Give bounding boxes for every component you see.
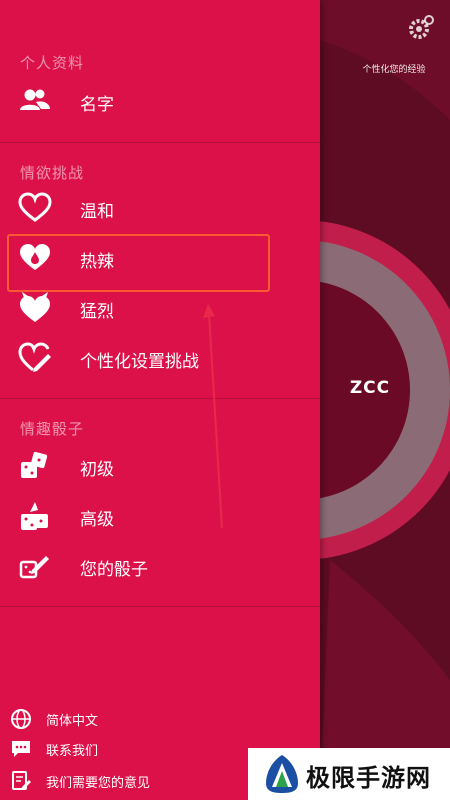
section-title-dice: 情趣骰子	[20, 420, 85, 438]
menu-item-label: 初级	[80, 460, 114, 480]
feedback-icon	[12, 771, 31, 790]
heart-devil-icon	[20, 292, 50, 322]
watermark-logo: 极限手游网	[248, 748, 450, 800]
section-title-challenges: 情欲挑战	[20, 164, 85, 182]
navigation-drawer: 个人资料 名字 情欲挑战 温和 热辣 猛烈 个性化设置挑战 情趣骰子 初级 高级…	[0, 0, 320, 800]
settings-gear-icon[interactable]	[406, 12, 436, 42]
chat-icon	[12, 741, 30, 757]
divider	[0, 398, 320, 399]
people-icon	[20, 89, 50, 110]
personalize-text[interactable]: 个性化您的经验	[334, 62, 450, 75]
footer-item-language[interactable]: 简体中文	[0, 706, 320, 732]
divider	[0, 606, 320, 607]
menu-item-your-dice[interactable]: 您的骰子	[0, 542, 320, 590]
menu-item-label: 名字	[80, 95, 114, 115]
menu-item-mild[interactable]: 温和	[0, 184, 320, 232]
highlight-box	[7, 234, 270, 292]
heart-pencil-icon	[18, 342, 51, 372]
footer-item-label: 我们需要您的意见	[46, 776, 151, 791]
divider	[0, 142, 320, 143]
watermark-mountain-icon	[266, 755, 298, 793]
footer-item-label: 联系我们	[46, 744, 99, 759]
menu-item-advanced[interactable]: 高级	[0, 492, 320, 540]
dice-arrow-icon	[21, 502, 48, 530]
menu-item-name[interactable]: 名字	[0, 77, 320, 125]
menu-item-label: 猛烈	[80, 302, 114, 322]
avatar-name[interactable]: ZCC	[330, 378, 410, 398]
annotation-arrow	[203, 304, 223, 529]
menu-item-beginner[interactable]: 初级	[0, 442, 320, 490]
menu-item-label: 您的骰子	[80, 560, 148, 580]
dice-icon	[21, 451, 48, 478]
globe-icon	[11, 709, 31, 729]
menu-item-label: 高级	[80, 510, 114, 530]
dice-pencil-icon	[19, 556, 49, 579]
menu-item-label: 个性化设置挑战	[80, 352, 199, 372]
heart-outline-icon	[18, 192, 52, 222]
section-title-profile: 个人资料	[20, 54, 85, 72]
menu-item-custom-challenge[interactable]: 个性化设置挑战	[0, 334, 320, 382]
menu-item-label: 温和	[80, 202, 114, 222]
footer-item-label: 简体中文	[46, 714, 99, 729]
watermark-text: 极限手游网	[306, 764, 431, 792]
